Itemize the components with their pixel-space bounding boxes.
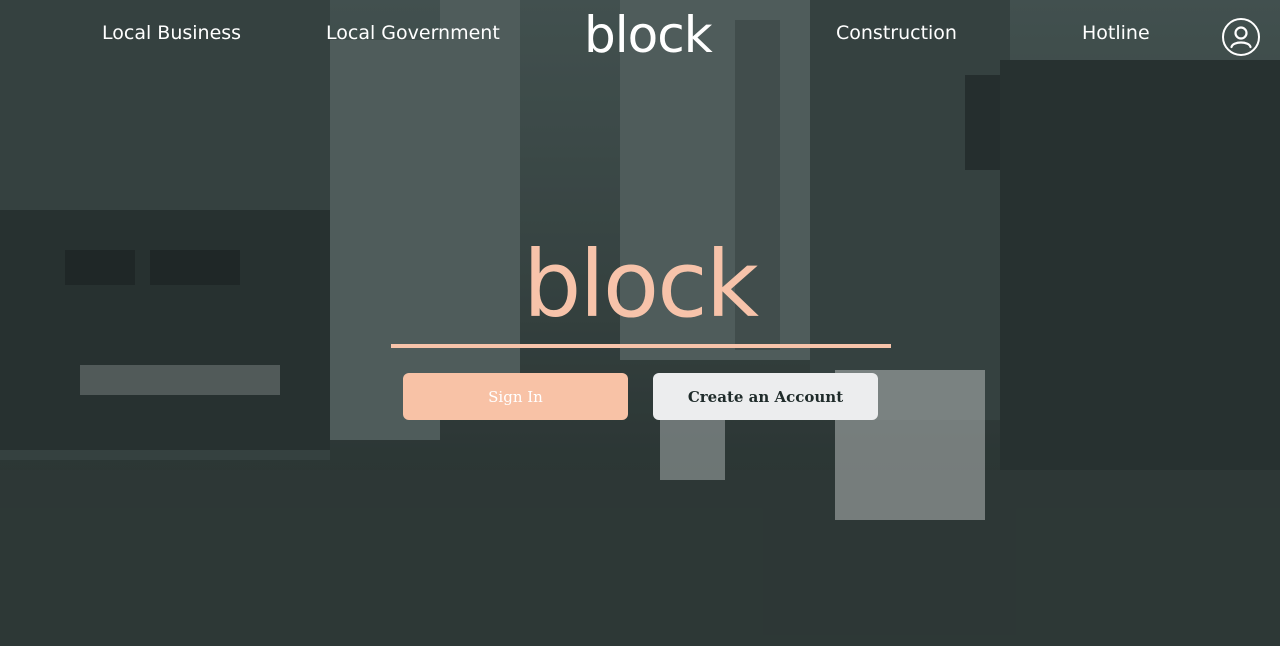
nav-local-business[interactable]: Local Business: [102, 22, 241, 44]
site-logo[interactable]: block: [584, 6, 713, 64]
hero-title: block: [522, 231, 759, 338]
user-circle-icon[interactable]: [1222, 18, 1260, 56]
hero-divider: [391, 344, 891, 348]
hero-section: Local Business Local Government block Co…: [0, 0, 1280, 646]
create-account-button[interactable]: Create an Account: [653, 373, 878, 420]
sign-in-button[interactable]: Sign In: [403, 373, 628, 420]
nav-construction[interactable]: Construction: [836, 22, 957, 44]
top-navigation: Local Business Local Government block Co…: [0, 0, 1280, 72]
nav-hotline[interactable]: Hotline: [1082, 22, 1150, 44]
nav-local-government[interactable]: Local Government: [326, 22, 500, 44]
